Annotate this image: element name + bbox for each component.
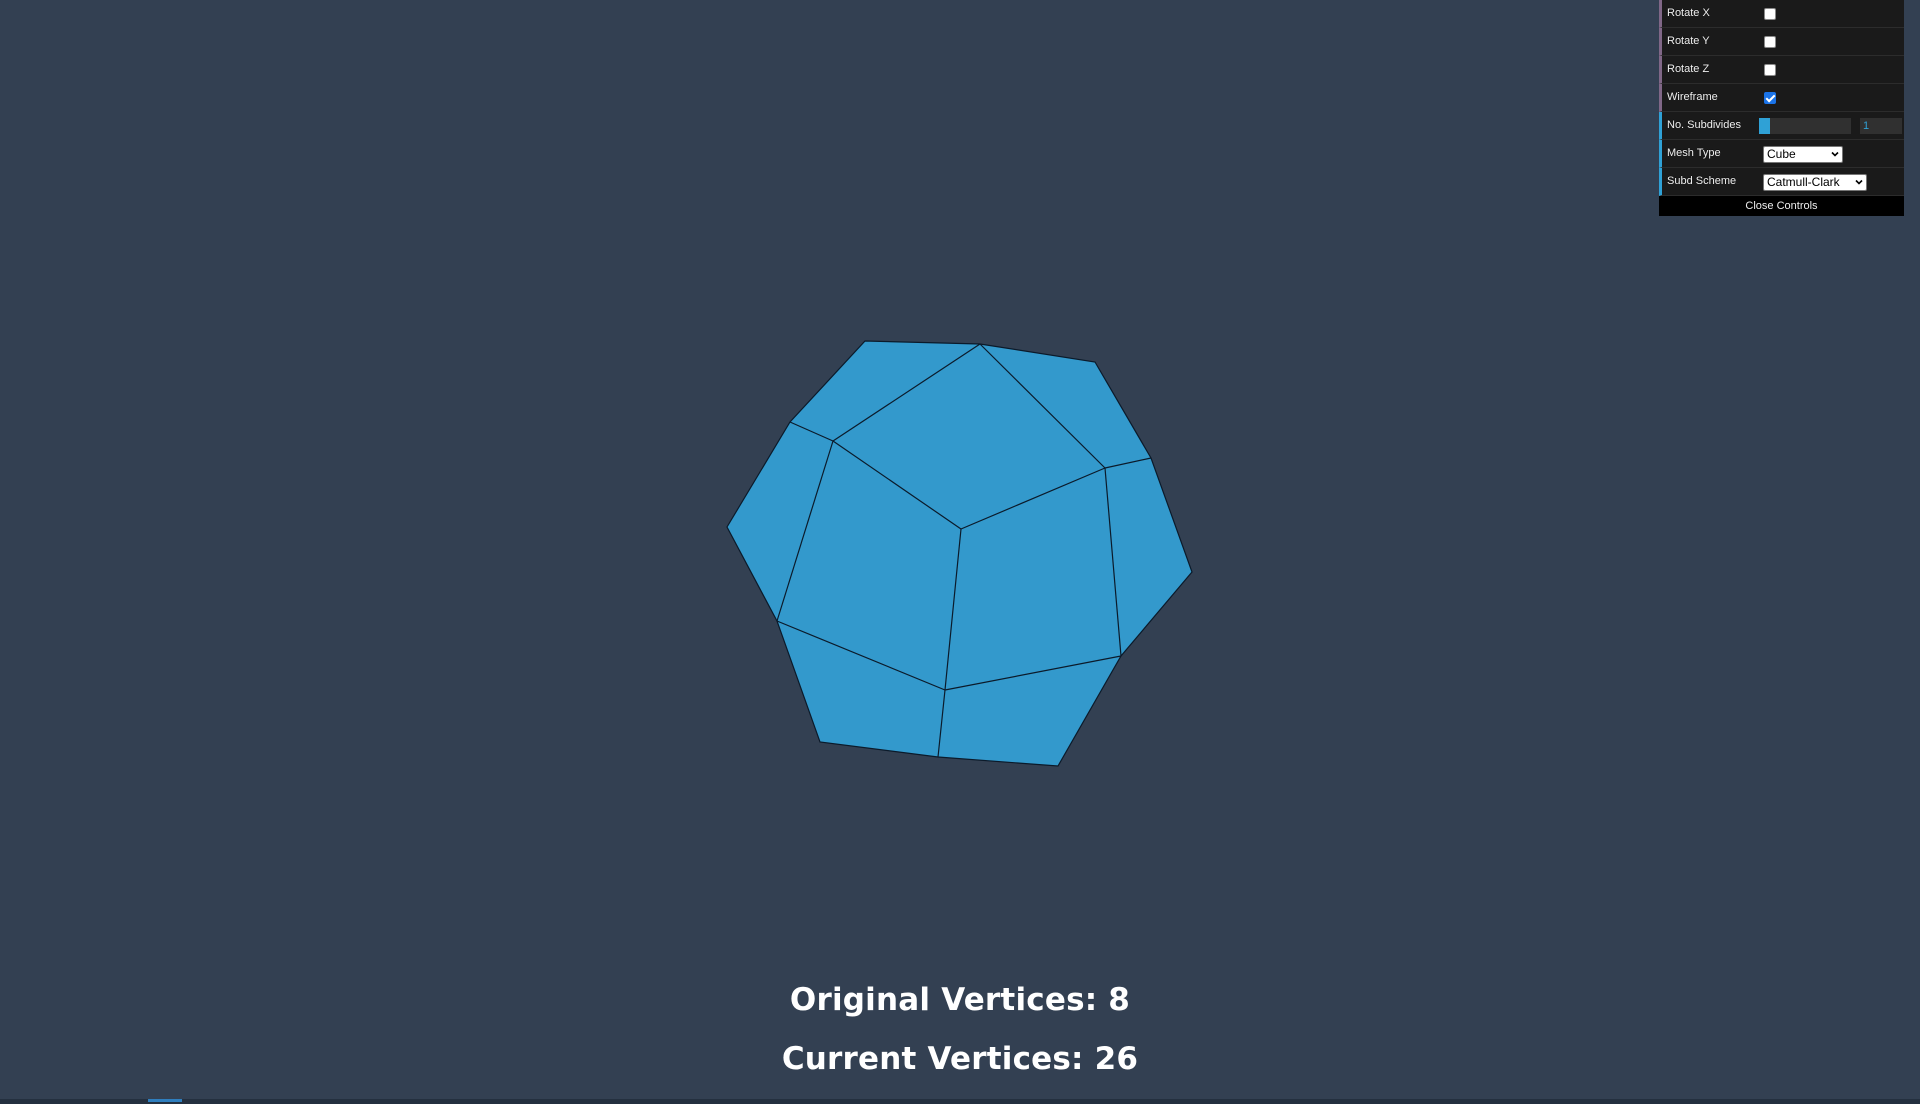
wireframe-row[interactable]: Wireframe [1659,84,1904,112]
subd-scheme-row: Subd Scheme Catmull-Clark [1659,168,1904,196]
subdivided-cube-mesh [726,340,1193,767]
rotate-x-label: Rotate X [1667,7,1710,19]
rotate-x-checkbox[interactable] [1764,8,1776,20]
wireframe-checkbox[interactable] [1764,92,1776,104]
mesh-type-row: Mesh Type Cube [1659,140,1904,168]
rotate-z-checkbox[interactable] [1764,64,1776,76]
mesh-silhouette [726,340,1193,767]
mesh-type-value: Cube [1767,147,1796,161]
app-window: Original Vertices: 8 Current Vertices: 2… [0,0,1920,1104]
rotate-x-row[interactable]: Rotate X [1659,0,1904,28]
subdivides-row: No. Subdivides 1 [1659,112,1904,140]
chevron-down-icon [1855,179,1863,185]
chevron-down-icon [1831,151,1839,157]
current-vertices-text: Current Vertices: 26 [781,1041,1139,1077]
rotate-z-row[interactable]: Rotate Z [1659,56,1904,84]
subd-scheme-value: Catmull-Clark [1767,175,1840,189]
subdivides-label: No. Subdivides [1667,119,1741,131]
close-controls-button[interactable]: Close Controls [1659,196,1904,216]
bottom-bar-marker [148,1099,182,1102]
rotate-y-checkbox[interactable] [1764,36,1776,48]
subdivides-slider-fill [1759,118,1771,134]
subdivides-slider[interactable] [1759,118,1851,134]
rotate-y-label: Rotate Y [1667,35,1710,47]
mesh-type-label: Mesh Type [1667,147,1721,159]
render-canvas[interactable] [0,0,1920,1104]
subd-scheme-select[interactable]: Catmull-Clark [1763,174,1867,191]
controls-panel: Rotate X Rotate Y Rotate Z Wireframe No.… [1659,0,1904,216]
original-vertices-text: Original Vertices: 8 [789,982,1131,1018]
mesh-type-select[interactable]: Cube [1763,146,1843,163]
rotate-z-label: Rotate Z [1667,63,1710,75]
subdivides-number-input[interactable]: 1 [1860,118,1902,134]
rotate-y-row[interactable]: Rotate Y [1659,28,1904,56]
wireframe-label: Wireframe [1667,91,1718,103]
bottom-bar [0,1099,1920,1104]
subd-scheme-label: Subd Scheme [1667,175,1737,187]
